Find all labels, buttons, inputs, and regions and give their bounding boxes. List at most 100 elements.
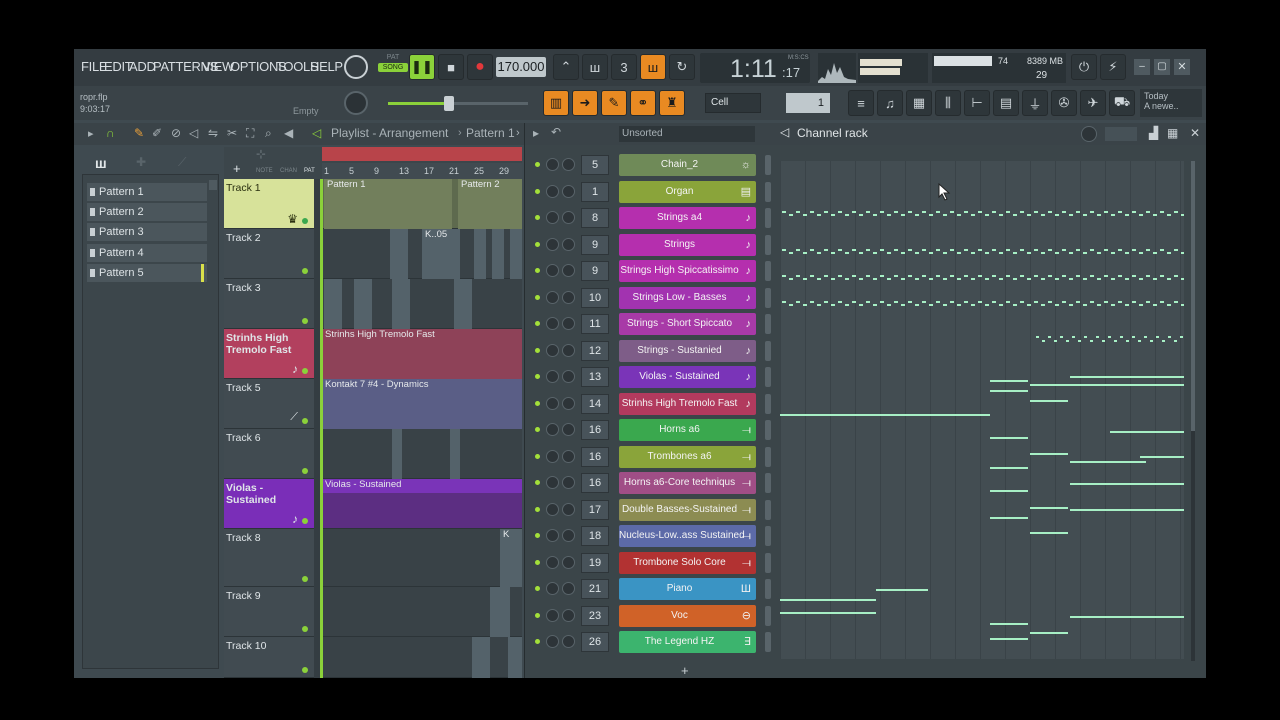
audio-clip[interactable] (474, 229, 486, 279)
channel-button[interactable]: Horns a6 ⟞ (619, 419, 756, 441)
plugin-manager-button[interactable]: ⏚ (1022, 90, 1048, 116)
diagonal-icon[interactable]: ⟋ (178, 155, 186, 170)
menu-help[interactable]: HELP (310, 59, 343, 74)
channel-select[interactable] (765, 420, 771, 440)
channel-mixer-track[interactable]: 8 (581, 208, 609, 228)
channel-mixer-track[interactable]: 18 (581, 526, 609, 546)
channel-button[interactable]: Voc ⊖ (619, 604, 756, 627)
channel-pan-knob[interactable] (546, 582, 559, 595)
channel-mute-led[interactable] (535, 453, 540, 459)
loop-record-button[interactable]: ↻ (669, 54, 695, 80)
channel-volume-knob[interactable] (562, 158, 575, 171)
channel-button[interactable]: Piano Ш (619, 578, 756, 600)
time-ruler[interactable]: 1 5 9 13 17 21 25 29 (322, 163, 522, 179)
master-volume-slider[interactable] (388, 96, 528, 111)
channel-pan-knob[interactable] (546, 502, 559, 516)
channel-row[interactable]: 10 Strings Low - Basses ♪ (525, 286, 775, 310)
track-header-1[interactable]: Track 1 ♛ (224, 179, 314, 229)
track-header-5[interactable]: Track 5 ⟋ (224, 379, 314, 429)
scrollbar-thumb[interactable] (1191, 161, 1195, 431)
channel-mixer-track[interactable]: 26 (581, 632, 609, 652)
draw-tool-button[interactable]: ✎ (601, 90, 627, 116)
pattern-item-1[interactable]: Pattern 1 (87, 183, 207, 201)
channel-mixer-track[interactable]: 17 (581, 499, 609, 520)
channel-pan-knob[interactable] (546, 264, 559, 277)
channel-mixer-track[interactable]: 16 (581, 420, 609, 440)
channel-row[interactable]: 18 Nucleus-Low..ass Sustained ⟞ (525, 524, 775, 548)
channel-pan-knob[interactable] (546, 423, 559, 436)
channel-button[interactable]: Trombone Solo Core ⟞ (619, 551, 756, 574)
channel-select[interactable] (765, 579, 771, 599)
metronome-button[interactable]: ⌃ (553, 54, 579, 80)
channel-pan-knob[interactable] (546, 158, 559, 171)
slider-handle[interactable] (444, 96, 454, 111)
track-active-dot[interactable] (302, 368, 308, 374)
track-active-dot[interactable] (302, 667, 308, 673)
channel-pan-knob[interactable] (546, 396, 559, 410)
channel-volume-knob[interactable] (562, 290, 575, 304)
add-track-icon[interactable]: + (233, 161, 241, 176)
channel-volume-knob[interactable] (562, 608, 575, 622)
channel-pan-knob[interactable] (546, 237, 559, 251)
playlist-view-button[interactable]: ≡ (848, 90, 874, 116)
channel-volume-knob[interactable] (562, 264, 575, 277)
channel-mute-led[interactable] (535, 374, 540, 379)
track-lane-2[interactable]: K..05 (322, 229, 522, 279)
track-header-6[interactable]: Track 6 (224, 429, 314, 479)
channel-row[interactable]: 12 Strings - Sustanied ♪ (525, 339, 775, 363)
close-icon[interactable]: ✕ (1190, 126, 1200, 140)
channel-button[interactable]: Strinhs High Tremolo Fast ♪ (619, 392, 756, 415)
channel-select[interactable] (765, 155, 771, 175)
channel-mute-led[interactable] (535, 427, 540, 432)
channel-volume-knob[interactable] (562, 237, 575, 251)
channel-volume-knob[interactable] (562, 396, 575, 410)
typing-keyboard-button[interactable]: ♜ (659, 90, 685, 116)
channel-button[interactable]: Double Basses-Sustained ⟞ (619, 498, 756, 521)
piano-keys-icon[interactable]: ш (95, 155, 107, 171)
play-icon[interactable]: ▸ (533, 126, 539, 140)
delete-tool-icon[interactable]: ⊘ (171, 126, 181, 140)
track-lane-8[interactable]: K (322, 529, 522, 587)
channel-button[interactable]: Strings ♪ (619, 233, 756, 256)
time-display[interactable]: 1:11 :17 M:S:CS (700, 53, 810, 83)
channel-mute-led[interactable] (535, 241, 540, 247)
clip-kontakt-dynamics[interactable]: Kontakt 7 #4 - Dynamics (322, 379, 522, 429)
track-active-dot[interactable] (302, 626, 308, 632)
channel-select[interactable] (765, 526, 771, 546)
channel-mixer-track[interactable]: 12 (581, 340, 609, 361)
zoom-tool-icon[interactable]: ⌕ (265, 126, 272, 141)
track-header-4[interactable]: Strinhs High Tremolo Fast ♪ (224, 329, 314, 379)
channel-mute-led[interactable] (535, 586, 540, 591)
channel-volume-knob[interactable] (562, 184, 575, 198)
channel-mute-led[interactable] (535, 612, 540, 618)
channel-volume-knob[interactable] (562, 582, 575, 595)
channel-select[interactable] (765, 181, 771, 202)
channel-select[interactable] (765, 499, 771, 520)
channel-row[interactable]: 17 Double Basses-Sustained ⟞ (525, 498, 775, 522)
wait-record-button[interactable]: ш (582, 54, 608, 80)
track-header-3[interactable]: Track 3 (224, 279, 314, 329)
channel-mute-led[interactable] (535, 347, 540, 353)
chevron-right-icon[interactable]: › (516, 127, 520, 139)
channel-pan-knob[interactable] (546, 608, 559, 622)
channel-row[interactable]: 16 Horns a6-Core techniqus ⟞ (525, 471, 775, 495)
browser-view-button[interactable]: ⊢ (964, 90, 990, 116)
channel-row[interactable]: 13 Violas - Sustained ♪ (525, 365, 775, 389)
track-lane-1[interactable]: Pattern 1 Pattern 2 (322, 179, 522, 229)
channel-mixer-track[interactable]: 10 (581, 287, 609, 308)
channel-mixer-track[interactable]: 21 (581, 579, 609, 599)
channel-select[interactable] (765, 261, 771, 281)
channel-button[interactable]: Trombones a6 ⟞ (619, 445, 756, 468)
pattern-breadcrumb[interactable]: Pattern 1 (466, 126, 515, 140)
audio-clip[interactable] (454, 279, 472, 329)
channel-button[interactable]: Strings - Sustanied ♪ (619, 339, 756, 362)
pattern-item-3[interactable]: Pattern 3 (87, 223, 207, 241)
channel-mute-led[interactable] (535, 639, 540, 644)
channel-pan-knob[interactable] (546, 555, 559, 569)
channel-mute-led[interactable] (535, 480, 540, 485)
audio-clip[interactable] (508, 637, 522, 678)
track-active-dot[interactable] (302, 318, 308, 324)
refresh-button[interactable]: ⏻ (1071, 54, 1097, 80)
pattern-item-4[interactable]: Pattern 4 (87, 244, 207, 262)
channel-pan-knob[interactable] (546, 529, 559, 542)
